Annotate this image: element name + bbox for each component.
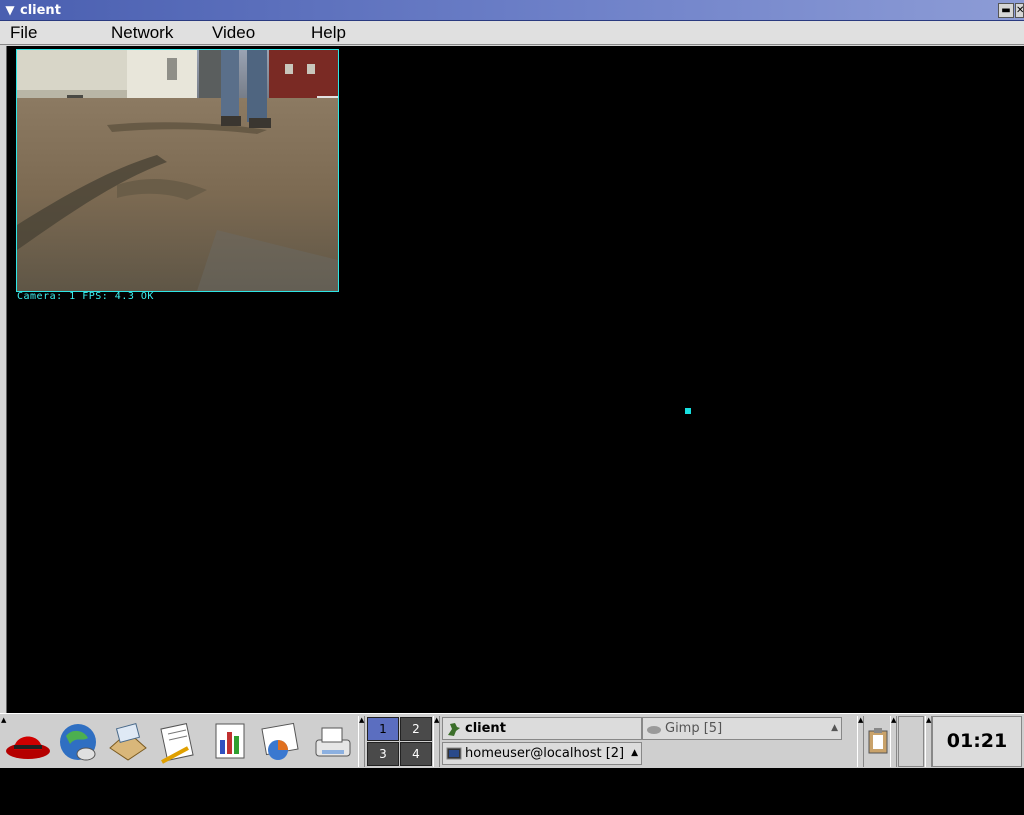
menu-video[interactable]: Video	[212, 23, 255, 43]
camera-feed	[16, 49, 339, 292]
video-canvas[interactable]: Camera: 1 FPS: 4.3 OK	[6, 46, 1024, 713]
workspace-3[interactable]: 3	[367, 742, 399, 766]
close-button[interactable]: ✕	[1015, 3, 1024, 18]
menu-bar: File Network Video Help	[0, 21, 1024, 45]
task-client[interactable]: client	[442, 717, 642, 740]
empty-applet-slot	[898, 716, 924, 767]
panel-clock[interactable]: 01:21 pm	[932, 716, 1022, 801]
task-gimp-label: Gimp [5]	[665, 721, 723, 736]
pager-handle[interactable]: ▲	[358, 716, 365, 767]
workspace-1[interactable]: 1	[367, 717, 399, 741]
task-terminal-arrow-icon: ▲	[631, 748, 638, 758]
mail-icon[interactable]	[104, 718, 152, 766]
client-window: ▼ client ▬ ✕ File Network Video Help Cam…	[0, 0, 1024, 713]
task-terminal-label: homeuser@localhost [2]	[465, 746, 625, 761]
task-client-label: client	[465, 721, 506, 736]
spreadsheet-icon[interactable]	[256, 718, 304, 766]
menu-file[interactable]: File	[10, 23, 37, 43]
workspace-4[interactable]: 4	[400, 742, 432, 766]
redhat-icon[interactable]	[4, 718, 52, 766]
camera-status: Camera: 1 FPS: 4.3 OK	[17, 291, 154, 302]
menu-network[interactable]: Network	[111, 23, 173, 43]
gecko-icon	[448, 723, 460, 736]
tasklist-handle[interactable]: ▲	[433, 716, 440, 767]
gnome-panel: ▲ ▲ 1 2 3 4 ▲ client Gimp [5] ▲ homeuser…	[0, 713, 1024, 801]
terminal-icon	[446, 747, 462, 760]
print-icon[interactable]	[308, 718, 356, 766]
clipboard-icon[interactable]	[866, 726, 890, 756]
mouse-cursor-marker	[685, 408, 691, 414]
browser-icon[interactable]	[54, 718, 102, 766]
clock-handle[interactable]: ▲	[925, 716, 932, 767]
writer-icon[interactable]	[154, 718, 202, 766]
task-gimp[interactable]: Gimp [5] ▲	[642, 717, 842, 740]
minimize-button[interactable]: ▬	[998, 3, 1014, 18]
menu-help[interactable]: Help	[311, 23, 346, 43]
camera-image	[17, 50, 338, 291]
workspace-2[interactable]: 2	[400, 717, 432, 741]
gimp-icon	[647, 726, 661, 734]
presentation-icon[interactable]	[206, 718, 254, 766]
applet-handle-2[interactable]: ▲	[890, 716, 897, 767]
task-terminal[interactable]: homeuser@localhost [2] ▲	[442, 742, 642, 765]
window-title: client	[20, 3, 61, 18]
task-gimp-arrow-icon: ▲	[831, 723, 838, 733]
title-bar[interactable]: ▼ client ▬ ✕	[0, 0, 1024, 21]
window-menu-icon[interactable]: ▼	[2, 2, 18, 18]
applet-handle[interactable]: ▲	[857, 716, 864, 767]
